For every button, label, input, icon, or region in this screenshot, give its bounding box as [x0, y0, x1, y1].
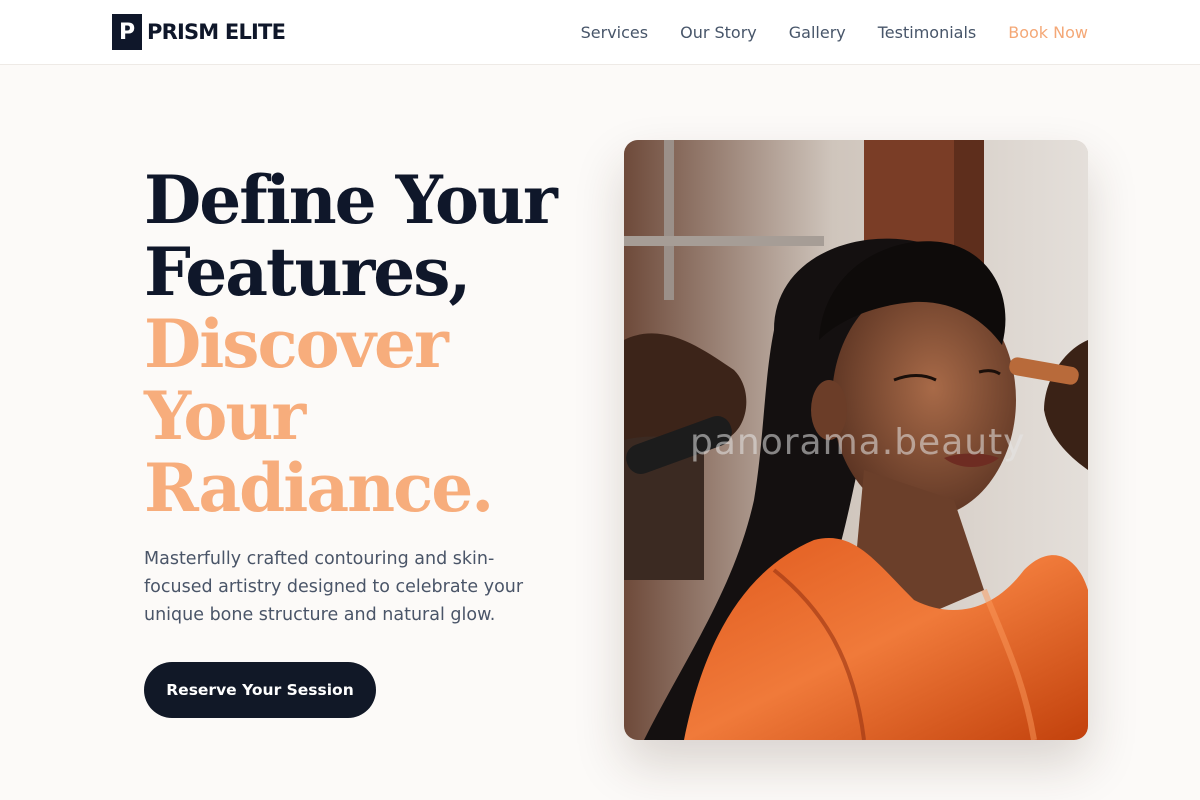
headline-line-1: Define Your	[144, 161, 558, 239]
logo-mark: P	[112, 14, 142, 50]
hero-subtitle: Masterfully crafted contouring and skin-…	[144, 549, 524, 625]
headline-accent-line-2: Your	[144, 377, 306, 455]
reserve-session-button[interactable]: Reserve Your Session	[144, 662, 376, 718]
headline-accent-line-1: Discover	[144, 305, 449, 383]
photo-watermark: panorama.beauty	[690, 422, 1026, 463]
brand-logo[interactable]: P PRISM ELITE	[112, 14, 286, 50]
nav-link-services[interactable]: Services	[581, 23, 648, 42]
headline-line-2: Features,	[144, 233, 471, 311]
hero-headline: Define Your Features, Discover Your Radi…	[144, 164, 604, 524]
nav-link-our-story[interactable]: Our Story	[680, 23, 757, 42]
nav-link-gallery[interactable]: Gallery	[789, 23, 846, 42]
nav-link-testimonials[interactable]: Testimonials	[878, 23, 977, 42]
brand-name: PRISM ELITE	[147, 20, 286, 44]
site-header: P PRISM ELITE Services Our Story Gallery…	[0, 0, 1200, 65]
nav-book-now-link[interactable]: Book Now	[1008, 23, 1088, 42]
hero-photo: panorama.beauty	[624, 140, 1088, 740]
headline-accent-line-3: Radiance.	[144, 449, 494, 527]
main-nav: Services Our Story Gallery Testimonials …	[581, 0, 1088, 64]
